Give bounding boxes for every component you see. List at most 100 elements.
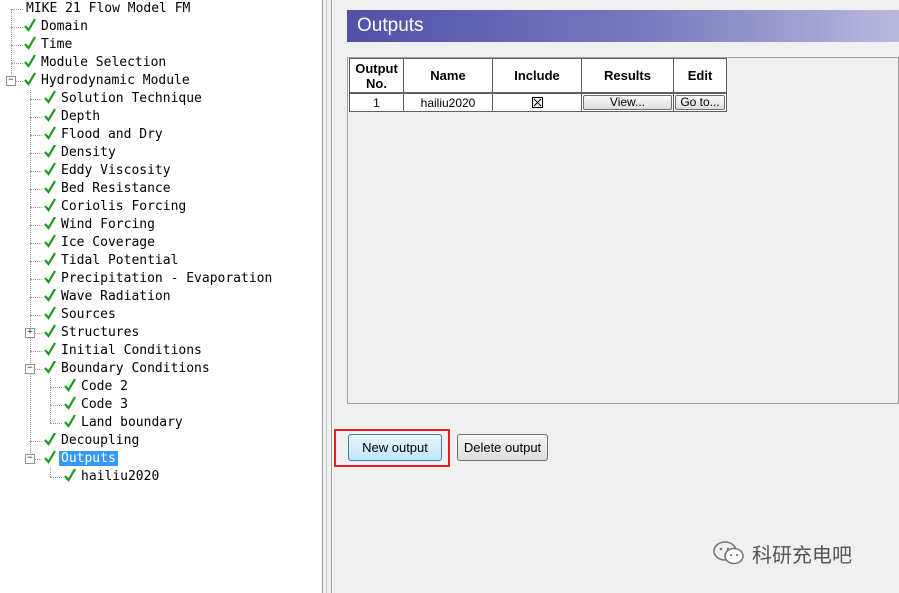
tree-line — [11, 45, 23, 46]
tree-item-wind-forcing[interactable]: Wind Forcing — [44, 216, 157, 234]
watermark-text: 科研充电吧 — [752, 542, 852, 567]
tree-item-label: Wave Radiation — [61, 289, 171, 304]
tree-line — [50, 423, 62, 424]
tree-item-time[interactable]: Time — [24, 36, 74, 54]
tree-item-boundary-conditions[interactable]: Boundary Conditions — [44, 360, 212, 378]
go-to-button[interactable]: Go to... — [675, 95, 725, 110]
tree-item-hailiu2020[interactable]: hailiu2020 — [64, 468, 161, 486]
tree-item-mike21-root[interactable]: MIKE 21 Flow Model FM — [24, 0, 192, 18]
check-icon — [44, 234, 56, 248]
tree-line — [30, 153, 42, 154]
tree-item-land-boundary[interactable]: Land boundary — [64, 414, 185, 432]
delete-output-button[interactable]: Delete output — [457, 434, 548, 461]
check-icon — [64, 396, 76, 410]
tree-item-wave-radiation[interactable]: Wave Radiation — [44, 288, 173, 306]
tree-line-boundary — [50, 378, 51, 423]
tree-item-initial-conditions[interactable]: Initial Conditions — [44, 342, 204, 360]
tree-item-label: Ice Coverage — [61, 235, 155, 250]
tree-item-label: Domain — [41, 19, 88, 34]
tree-item-sources[interactable]: Sources — [44, 306, 118, 324]
column-header-include[interactable]: Include — [492, 58, 582, 93]
tree-item-label: Flood and Dry — [61, 127, 163, 142]
tree-line — [11, 63, 23, 64]
tree-line — [30, 261, 42, 262]
check-icon — [44, 306, 56, 320]
tree-item-density[interactable]: Density — [44, 144, 118, 162]
check-icon — [44, 342, 56, 356]
include-checkbox[interactable] — [531, 97, 543, 108]
tree-item-tidal-potential[interactable]: Tidal Potential — [44, 252, 180, 270]
column-header-output-no[interactable]: Output No. — [349, 58, 404, 93]
tree-item-label: Solution Technique — [61, 91, 202, 106]
tree-line — [30, 99, 42, 100]
tree-item-structures[interactable]: Structures — [44, 324, 141, 342]
check-icon — [44, 108, 56, 122]
expand-structures-icon[interactable]: + — [25, 328, 35, 338]
cell-name[interactable]: hailiu2020 — [403, 93, 493, 112]
tree-item-module-selection[interactable]: Module Selection — [24, 54, 168, 72]
tree-item-label: Depth — [61, 109, 101, 124]
tree-item-ice-coverage[interactable]: Ice Coverage — [44, 234, 157, 252]
tree-item-depth[interactable]: Depth — [44, 108, 102, 126]
tree-item-outputs[interactable]: Outputs — [44, 450, 118, 468]
tree-line — [30, 441, 42, 442]
tree-line-hydro — [30, 90, 31, 459]
model-tree[interactable]: − + − − MIKE 21 Flow Model FM Domain Tim… — [0, 0, 322, 593]
check-icon — [44, 432, 56, 446]
tree-item-label: Code 3 — [81, 397, 128, 412]
check-icon — [44, 270, 56, 284]
tree-line — [30, 243, 42, 244]
tree-line — [30, 189, 42, 190]
tree-line — [34, 369, 42, 370]
check-icon — [64, 378, 76, 392]
tree-line — [30, 171, 42, 172]
tree-item-precipitation-evaporation[interactable]: Precipitation - Evaporation — [44, 270, 274, 288]
tree-item-label: Time — [41, 37, 73, 52]
tree-line — [30, 225, 42, 226]
tree-item-coriolis-forcing[interactable]: Coriolis Forcing — [44, 198, 188, 216]
wechat-icon — [713, 541, 744, 565]
tree-item-domain[interactable]: Domain — [24, 18, 90, 36]
column-header-edit[interactable]: Edit — [673, 58, 727, 93]
tree-line — [30, 315, 42, 316]
cell-edit: Go to... — [673, 93, 727, 112]
tree-item-label: Structures — [61, 325, 140, 340]
tree-item-label: Decoupling — [61, 433, 140, 448]
outputs-grid[interactable]: Output No. Name Include Results Edit 1 h… — [347, 57, 899, 404]
tree-line — [30, 297, 42, 298]
check-icon — [44, 144, 56, 158]
collapse-outputs-icon[interactable]: − — [25, 454, 35, 464]
cell-output-no[interactable]: 1 — [349, 93, 404, 112]
check-icon — [64, 468, 76, 482]
tree-item-label: Coriolis Forcing — [61, 199, 187, 214]
tree-item-label: Land boundary — [81, 415, 183, 430]
tree-item-decoupling[interactable]: Decoupling — [44, 432, 141, 450]
pane-splitter[interactable] — [322, 0, 332, 593]
column-header-name[interactable]: Name — [403, 58, 493, 93]
check-icon — [44, 216, 56, 230]
watermark: 科研充电吧 — [712, 538, 852, 568]
check-icon — [44, 180, 56, 194]
tree-item-eddy-viscosity[interactable]: Eddy Viscosity — [44, 162, 173, 180]
view-results-button[interactable]: View... — [583, 95, 672, 110]
tree-item-hydrodynamic-module[interactable]: Hydrodynamic Module — [24, 72, 192, 90]
tree-item-bed-resistance[interactable]: Bed Resistance — [44, 180, 173, 198]
tree-line-outputs — [50, 468, 51, 477]
tree-item-code-2[interactable]: Code 2 — [64, 378, 130, 396]
cell-include[interactable] — [492, 93, 582, 112]
new-output-button[interactable]: New output — [348, 434, 442, 461]
check-icon — [44, 288, 56, 302]
tree-item-solution-technique[interactable]: Solution Technique — [44, 90, 204, 108]
tree-item-label: Outputs — [59, 451, 118, 466]
check-icon — [24, 18, 36, 32]
check-icon — [44, 162, 56, 176]
tree-item-code-3[interactable]: Code 3 — [64, 396, 130, 414]
column-header-results[interactable]: Results — [581, 58, 674, 93]
tree-line — [30, 279, 42, 280]
splitter-grip — [326, 0, 327, 593]
tree-line — [50, 387, 62, 388]
collapse-boundary-conditions-icon[interactable]: − — [25, 364, 35, 374]
collapse-hydrodynamic-icon[interactable]: − — [6, 76, 16, 86]
check-icon — [44, 198, 56, 212]
tree-item-flood-and-dry[interactable]: Flood and Dry — [44, 126, 165, 144]
